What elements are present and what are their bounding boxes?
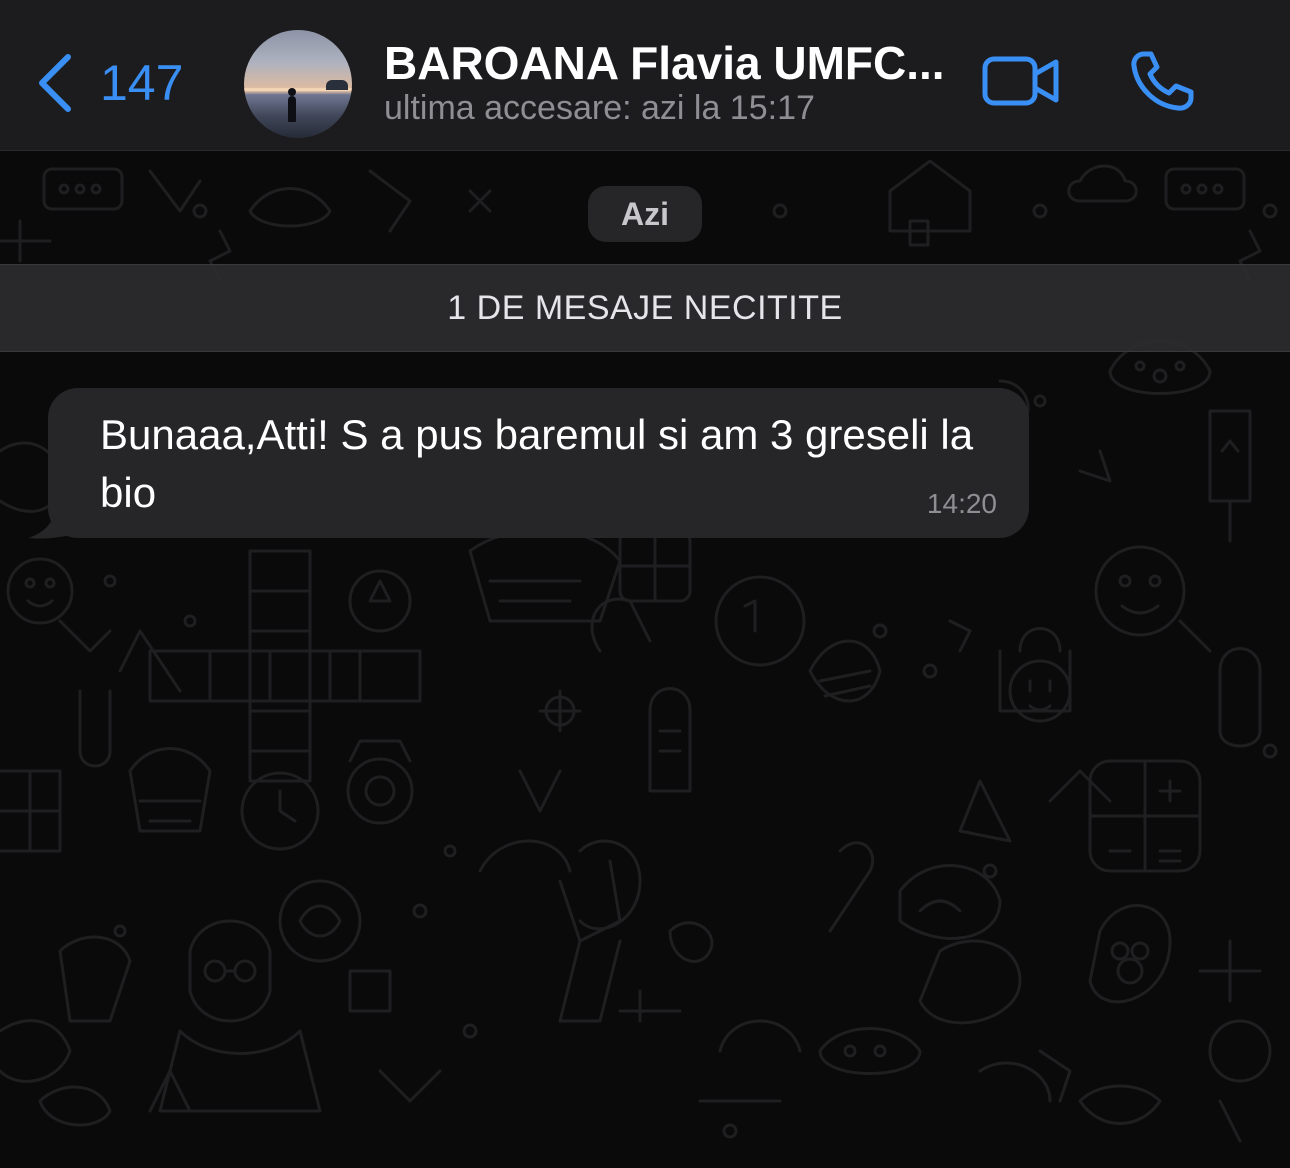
incoming-message-bubble[interactable]: Bunaaa,Atti! S a pus baremul si am 3 gre… — [48, 388, 1029, 538]
video-call-button[interactable] — [982, 54, 1060, 108]
message-time: 14:20 — [926, 488, 997, 519]
back-button[interactable]: 147 — [36, 50, 183, 116]
contact-name[interactable]: BAROANA Flavia UMFC... — [384, 38, 964, 89]
avatar-person-head — [288, 88, 296, 96]
video-camera-icon — [982, 56, 1059, 106]
chat-header: 147 BAROANA Flavia UMFC... ultima accesa… — [0, 0, 1290, 151]
avatar-person — [288, 96, 296, 122]
avatar-trees — [326, 80, 348, 90]
unread-messages-banner: 1 DE MESAJE NECITITE — [0, 264, 1290, 352]
voice-call-button[interactable] — [1130, 50, 1196, 112]
message-text: Bunaaa,Atti! S a pus baremul si am 3 gre… — [100, 411, 974, 516]
unread-chats-count: 147 — [100, 55, 184, 111]
date-separator: Azi — [588, 186, 702, 242]
phone-icon — [1131, 51, 1194, 111]
last-seen-status: ultima accesare: azi la 15:17 — [384, 89, 815, 127]
chat-screen: 147 BAROANA Flavia UMFC... ultima accesa… — [0, 0, 1290, 1168]
chevron-left-icon — [39, 54, 71, 112]
contact-avatar[interactable] — [244, 30, 352, 138]
